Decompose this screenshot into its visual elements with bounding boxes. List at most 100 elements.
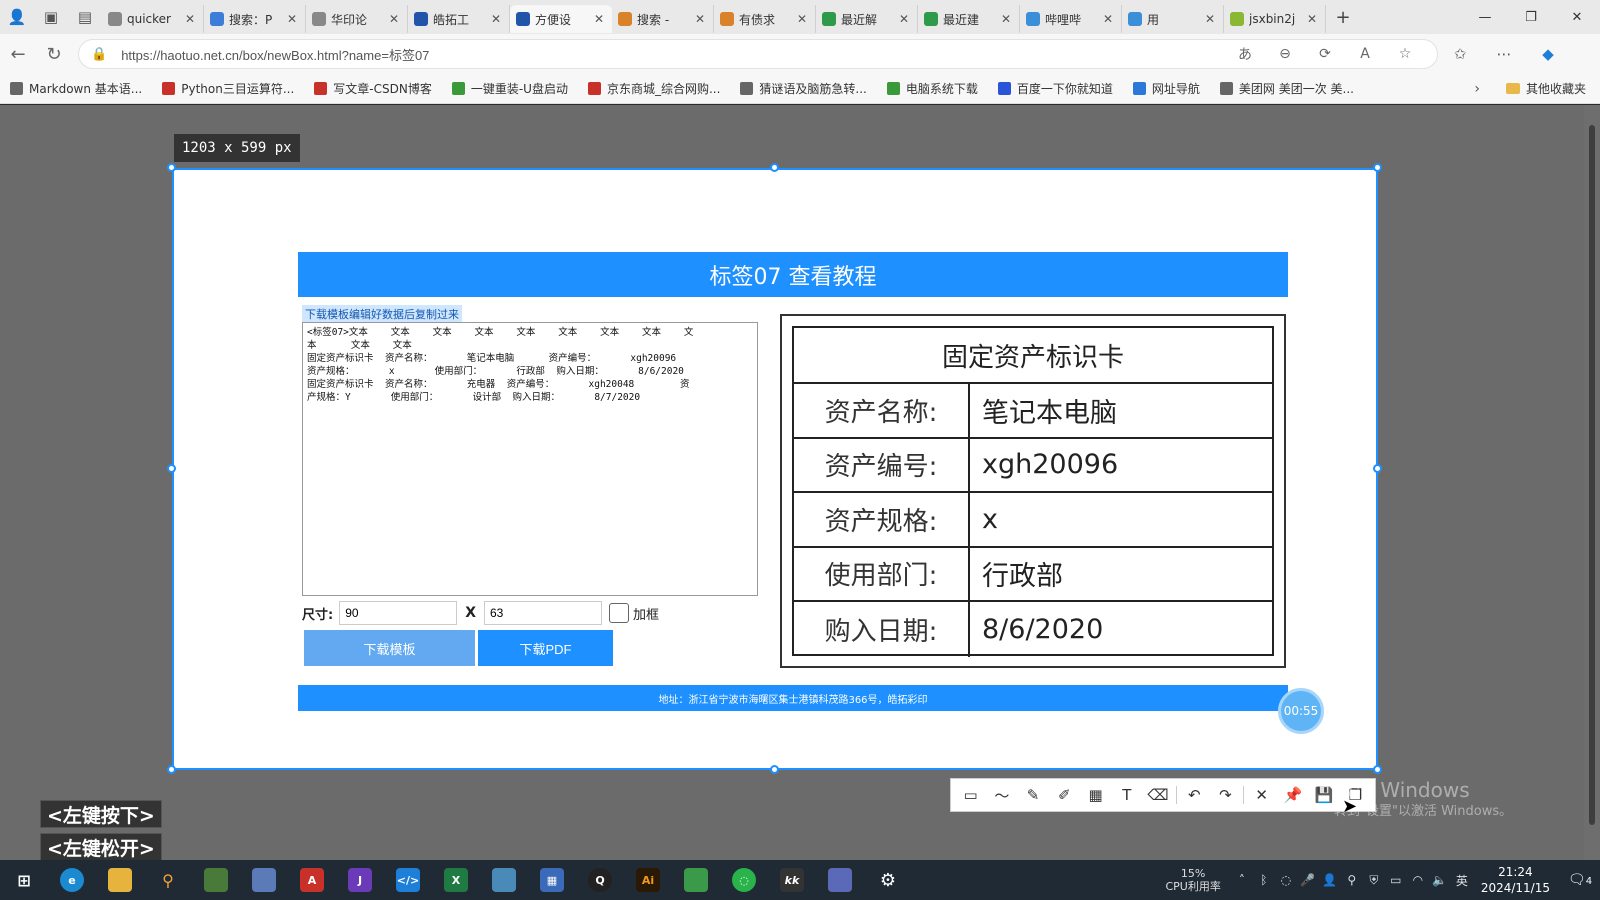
width-input[interactable] (339, 601, 458, 625)
tab-0[interactable]: quicker ✕ (102, 5, 204, 33)
new-tab-button[interactable]: + (1326, 7, 1360, 28)
tab-8[interactable]: 最近建 ✕ (918, 5, 1020, 33)
tab-close-icon[interactable]: ✕ (797, 12, 809, 26)
highlighter-tool-icon[interactable]: ✐ (1049, 780, 1080, 810)
taskbar-settings[interactable]: ⚙ (864, 860, 912, 900)
chevron-up-icon[interactable]: ˄ (1231, 873, 1253, 887)
taskbar-app-16[interactable]: kk (768, 860, 816, 900)
favorites-icon[interactable]: ✩ (1438, 45, 1482, 63)
recording-timer[interactable]: 00:55 (1278, 688, 1324, 734)
tab-2[interactable]: 华印论 ✕ (306, 5, 408, 33)
taskbar-acrobat[interactable]: A (288, 860, 336, 900)
bookmark-item[interactable]: 写文章-CSDN博客 (314, 80, 432, 97)
taskbar-app-17[interactable] (816, 860, 864, 900)
taskbar-excel[interactable]: X (432, 860, 480, 900)
more-icon[interactable]: ⋯ (1482, 45, 1526, 63)
taskbar-app-4[interactable] (192, 860, 240, 900)
taskbar-edge[interactable]: e (48, 860, 96, 900)
page-scrollbar[interactable] (1584, 105, 1600, 860)
tab-4[interactable]: 方便设 ✕ (510, 5, 612, 33)
tab-close-icon[interactable]: ✕ (287, 12, 299, 26)
cancel-icon[interactable]: ✕ (1246, 780, 1277, 810)
bookmark-item[interactable]: 猜谜语及脑筋急转... (740, 80, 867, 97)
redo-icon[interactable]: ↷ (1210, 780, 1241, 810)
copilot-icon[interactable]: ◆ (1526, 45, 1570, 63)
download-pdf-button[interactable]: 下载PDF (478, 630, 613, 666)
pen-tool-icon[interactable]: ✎ (1017, 780, 1048, 810)
search-tray-icon[interactable]: ⚲ (1341, 873, 1363, 887)
lock-icon[interactable]: 🔒 (91, 47, 107, 62)
bookmark-item[interactable]: 一键重装-U盘启动 (451, 80, 568, 97)
tab-close-icon[interactable]: ✕ (1001, 12, 1013, 26)
curve-tool-icon[interactable]: 〜 (986, 780, 1017, 810)
restore-icon[interactable]: ❐ (1508, 10, 1554, 25)
resize-handle-right[interactable] (1373, 464, 1382, 473)
url-text[interactable]: https://haotuo.net.cn/box/newBox.html?na… (121, 45, 1225, 64)
tab-close-icon[interactable]: ✕ (695, 12, 707, 26)
taskbar-app-14[interactable] (672, 860, 720, 900)
taskbar-illustrator[interactable]: Ai (624, 860, 672, 900)
shield-icon[interactable]: ⛨ (1363, 873, 1385, 888)
tab-close-icon[interactable]: ✕ (1205, 12, 1217, 26)
tab-3[interactable]: 皓拓工 ✕ (408, 5, 510, 33)
profile-icon[interactable]: 👤 (0, 0, 34, 34)
taskbar-explorer[interactable] (96, 860, 144, 900)
tab-9[interactable]: 哔哩哔 ✕ (1020, 5, 1122, 33)
taskbar-search-app[interactable]: ⚲ (144, 860, 192, 900)
translate-icon[interactable]: あ (1225, 44, 1265, 64)
text-tool-icon[interactable]: T (1111, 780, 1142, 810)
bookmark-item[interactable]: 百度一下你就知道 (997, 80, 1113, 97)
tab-close-icon[interactable]: ✕ (594, 12, 606, 26)
mosaic-tool-icon[interactable]: ▦ (1080, 780, 1111, 810)
tab-6[interactable]: 有债求 ✕ (714, 5, 816, 33)
bookmark-item[interactable]: Markdown 基本语... (10, 80, 142, 97)
bookmark-item[interactable]: 美团网 美团一次 美... (1219, 80, 1354, 97)
bookmark-item[interactable]: 电脑系统下载 (886, 80, 978, 97)
notification-center[interactable]: 🗨4 (1560, 872, 1600, 888)
extension-icon[interactable]: ⟳ (1305, 46, 1345, 62)
resize-handle-bottom-left[interactable] (167, 765, 176, 774)
wifi-icon[interactable]: ◠ (1407, 873, 1429, 887)
tab-close-icon[interactable]: ✕ (185, 12, 197, 26)
resize-handle-bottom[interactable] (770, 765, 779, 774)
resize-handle-left[interactable] (167, 464, 176, 473)
clock[interactable]: 21:24 2024/11/15 (1481, 864, 1550, 896)
tab-close-icon[interactable]: ✕ (899, 12, 911, 26)
height-input[interactable] (484, 601, 602, 625)
data-textarea[interactable] (302, 322, 758, 596)
tab-11[interactable]: jsxbin2j ✕ (1224, 5, 1326, 33)
user-tray-icon[interactable]: 👤 (1319, 873, 1341, 887)
ime-indicator[interactable]: 英 (1451, 872, 1473, 889)
workspaces-icon[interactable]: ▣ (34, 0, 68, 34)
border-checkbox[interactable] (609, 603, 629, 623)
battery-icon[interactable]: ▭ (1385, 873, 1407, 887)
site-header-title[interactable]: 标签07 查看教程 (298, 252, 1288, 297)
bookmark-item[interactable]: Python三目运算符... (162, 80, 294, 97)
resize-handle-top[interactable] (770, 163, 779, 172)
tab-actions-icon[interactable]: ▤ (68, 0, 102, 34)
url-field[interactable]: 🔒 https://haotuo.net.cn/box/newBox.html?… (78, 39, 1438, 69)
taskbar-app-7[interactable]: J (336, 860, 384, 900)
taskbar-calculator[interactable]: ▦ (528, 860, 576, 900)
tab-close-icon[interactable]: ✕ (389, 12, 401, 26)
tab-7[interactable]: 最近解 ✕ (816, 5, 918, 33)
bookmark-item[interactable]: 网址导航 (1132, 80, 1200, 97)
chevron-right-icon[interactable]: › (1474, 81, 1480, 97)
download-template-button[interactable]: 下载模板 (304, 630, 475, 666)
minimize-icon[interactable]: — (1462, 10, 1508, 25)
other-bookmarks[interactable]: 其他收藏夹 (1505, 80, 1586, 97)
favorite-star-icon[interactable]: ☆ (1385, 46, 1425, 62)
tab-close-icon[interactable]: ✕ (491, 12, 503, 26)
tab-10[interactable]: 用 ✕ (1122, 5, 1224, 33)
tab-5[interactable]: 搜索 - ✕ (612, 5, 714, 33)
tab-close-icon[interactable]: ✕ (1307, 12, 1319, 26)
tab-1[interactable]: 搜索：P ✕ (204, 5, 306, 33)
taskbar-app-5[interactable] (240, 860, 288, 900)
read-aloud-icon[interactable]: A (1345, 46, 1385, 62)
wechat-tray-icon[interactable]: ◌ (1275, 873, 1297, 887)
resize-handle-top-left[interactable] (167, 163, 176, 172)
microphone-icon[interactable]: 🎤 (1297, 873, 1319, 887)
cpu-meter[interactable]: 15% CPU利用率 (1165, 867, 1220, 893)
taskbar-vscode[interactable]: </> (384, 860, 432, 900)
refresh-icon[interactable]: ↻ (36, 36, 72, 72)
